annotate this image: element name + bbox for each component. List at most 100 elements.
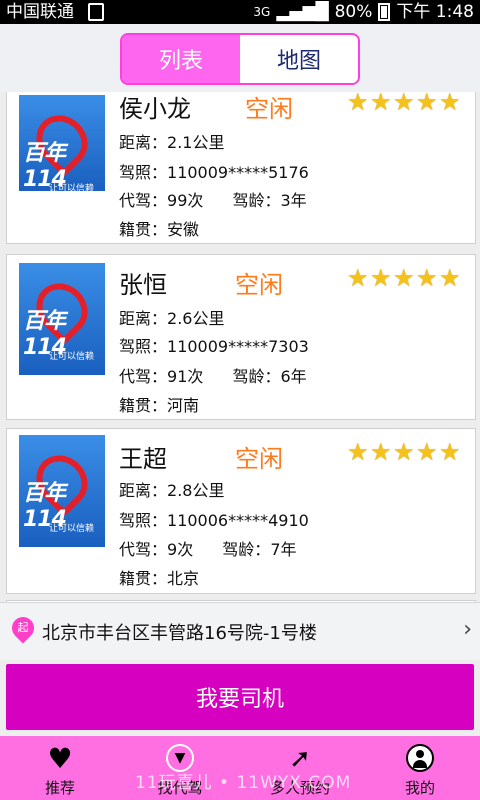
years-label: 驾龄： (232, 367, 281, 386)
driver-photo: 百年114 让可以信赖 (19, 95, 105, 191)
license-row: 驾照：110006*****4910 (119, 507, 309, 531)
tab-mine[interactable]: 我的 (360, 736, 480, 800)
status-right: 3G ▂▄▆█ 80% 下午 1:48 (253, 0, 474, 24)
user-icon (406, 744, 434, 772)
tab-list[interactable]: 列表 (122, 35, 240, 83)
star-icon: ★ (393, 264, 415, 292)
distance-row: 距离：2.8公里 (119, 477, 224, 501)
top-bar: 列表 地图 (0, 24, 480, 92)
license-label: 驾照： (119, 337, 168, 356)
star-icon: ★ (393, 92, 415, 116)
signal-icon: ▂▄▆█ (276, 2, 329, 22)
star-icon: ★ (347, 92, 369, 116)
distance-value: 2.6公里 (167, 309, 225, 328)
rating-stars: ★ ★ ★ ★ ★ (347, 264, 462, 292)
distance-label: 距离： (119, 309, 168, 328)
trips-label: 代驾： (119, 367, 168, 386)
logo-slogan: 让可以信赖 (49, 524, 95, 534)
chevron-right-icon: › (463, 617, 472, 642)
driver-name: 张恒 (119, 271, 167, 299)
trips-label: 代驾： (119, 191, 168, 210)
origin-row: 籍贯：河南 (119, 392, 199, 416)
view-switcher: 列表 地图 (120, 33, 360, 85)
status-bar: 中国联通 3G ▂▄▆█ 80% 下午 1:48 (0, 0, 480, 24)
star-icon: ★ (370, 438, 392, 466)
star-icon: ★ (416, 438, 438, 466)
driver-card[interactable]: 百年114 让可以信赖 侯小龙 空闲 ★ ★ ★ ★ ★ 距离：2.1公里 驾照：110… (6, 92, 476, 244)
origin-value: 安徽 (167, 220, 200, 239)
trips-label: 代驾： (119, 540, 168, 559)
star-icon: ★ (439, 264, 461, 292)
years-value: 6年 (280, 367, 307, 386)
network-type: 3G (253, 5, 271, 19)
tab-label: 我的 (404, 779, 435, 797)
distance-value: 2.1公里 (167, 133, 225, 152)
logo-slogan: 让可以信赖 (49, 184, 95, 191)
star-icon: ★ (370, 92, 392, 116)
carrier-name: 中国联通 (6, 2, 74, 22)
origin-value: 北京 (167, 569, 200, 588)
origin-label: 籍贯： (119, 569, 168, 588)
license-value: 110006*****4910 (167, 511, 309, 530)
driver-name: 王超 (119, 445, 167, 473)
location-pin-icon: 起 (7, 612, 39, 644)
years-label: 驾龄： (222, 540, 271, 559)
license-value: 110009*****5176 (167, 163, 309, 182)
driver-card[interactable]: 百年114 让可以信赖 张恒 空闲 ★ ★ ★ ★ ★ 距离：2.6公里 驾照：1100… (6, 254, 476, 420)
request-driver-button[interactable]: 我要司机 (6, 664, 474, 730)
trips-row: 代驾：99次 驾龄：3年 (119, 187, 307, 211)
watermark: 11玩喜儿 • 11WYX.COM (135, 773, 352, 793)
origin-row: 籍贯：北京 (119, 565, 199, 589)
years-value: 7年 (270, 540, 297, 559)
rating-stars: ★ ★ ★ ★ ★ (347, 438, 462, 466)
sim-icon (88, 3, 104, 21)
driver-list[interactable]: 百年114 让可以信赖 侯小龙 空闲 ★ ★ ★ ★ ★ 距离：2.1公里 驾照：110… (0, 92, 480, 602)
rating-stars: ★ ★ ★ ★ ★ (347, 92, 462, 114)
clock: 下午 1:48 (396, 2, 474, 22)
origin-row: 籍贯：安徽 (119, 216, 199, 240)
driver-status: 空闲 (235, 271, 283, 299)
license-label: 驾照： (119, 163, 168, 182)
start-address: 北京市丰台区丰管路16号院-1号楼 (42, 623, 317, 644)
driver-card[interactable]: 百年114 让可以信赖 王超 空闲 ★ ★ ★ ★ ★ 距离：2.8公里 驾照：1100… (6, 428, 476, 594)
tab-map[interactable]: 地图 (240, 35, 358, 83)
license-row: 驾照：110009*****5176 (119, 159, 309, 183)
distance-row: 距离：2.6公里 (119, 305, 224, 329)
start-address-row[interactable]: 起 北京市丰台区丰管路16号院-1号楼 › (0, 602, 480, 660)
star-icon: ★ (393, 438, 415, 466)
tab-label: 推荐 (44, 779, 75, 797)
distance-value: 2.8公里 (167, 481, 225, 500)
years-value: 3年 (280, 191, 307, 210)
star-icon: ★ (370, 264, 392, 292)
star-icon: ★ (416, 264, 438, 292)
trips-value: 99次 (167, 191, 204, 210)
distance-label: 距离： (119, 481, 168, 500)
logo-slogan: 让可以信赖 (49, 352, 95, 362)
driver-status: 空闲 (235, 445, 283, 473)
trips-value: 9次 (167, 540, 194, 559)
pin-label: 起 (17, 621, 29, 634)
license-value: 110009*****7303 (167, 337, 309, 356)
trips-value: 91次 (167, 367, 204, 386)
star-icon: ★ (439, 92, 461, 116)
trips-row: 代驾：9次 驾龄：7年 (119, 536, 297, 560)
trips-row: 代驾：91次 驾龄：6年 (119, 363, 307, 387)
tab-recommend[interactable]: ♥ 推荐 (0, 736, 120, 800)
driver-photo: 百年114 让可以信赖 (19, 263, 105, 375)
battery-text: 80% (334, 2, 373, 22)
battery-icon (378, 3, 391, 21)
origin-label: 籍贯： (119, 396, 168, 415)
heart-icon: ♥ (47, 742, 73, 775)
origin-value: 河南 (167, 396, 200, 415)
star-icon: ★ (439, 438, 461, 466)
license-row: 驾照：110009*****7303 (119, 333, 309, 357)
star-icon: ★ (416, 92, 438, 116)
origin-label: 籍贯： (119, 220, 168, 239)
distance-label: 距离： (119, 133, 168, 152)
years-label: 驾龄： (232, 191, 281, 210)
distance-row: 距离：2.1公里 (119, 129, 224, 153)
driver-photo: 百年114 让可以信赖 (19, 435, 105, 547)
star-icon: ★ (347, 438, 369, 466)
driver-name: 侯小龙 (119, 95, 191, 123)
star-icon: ★ (347, 264, 369, 292)
